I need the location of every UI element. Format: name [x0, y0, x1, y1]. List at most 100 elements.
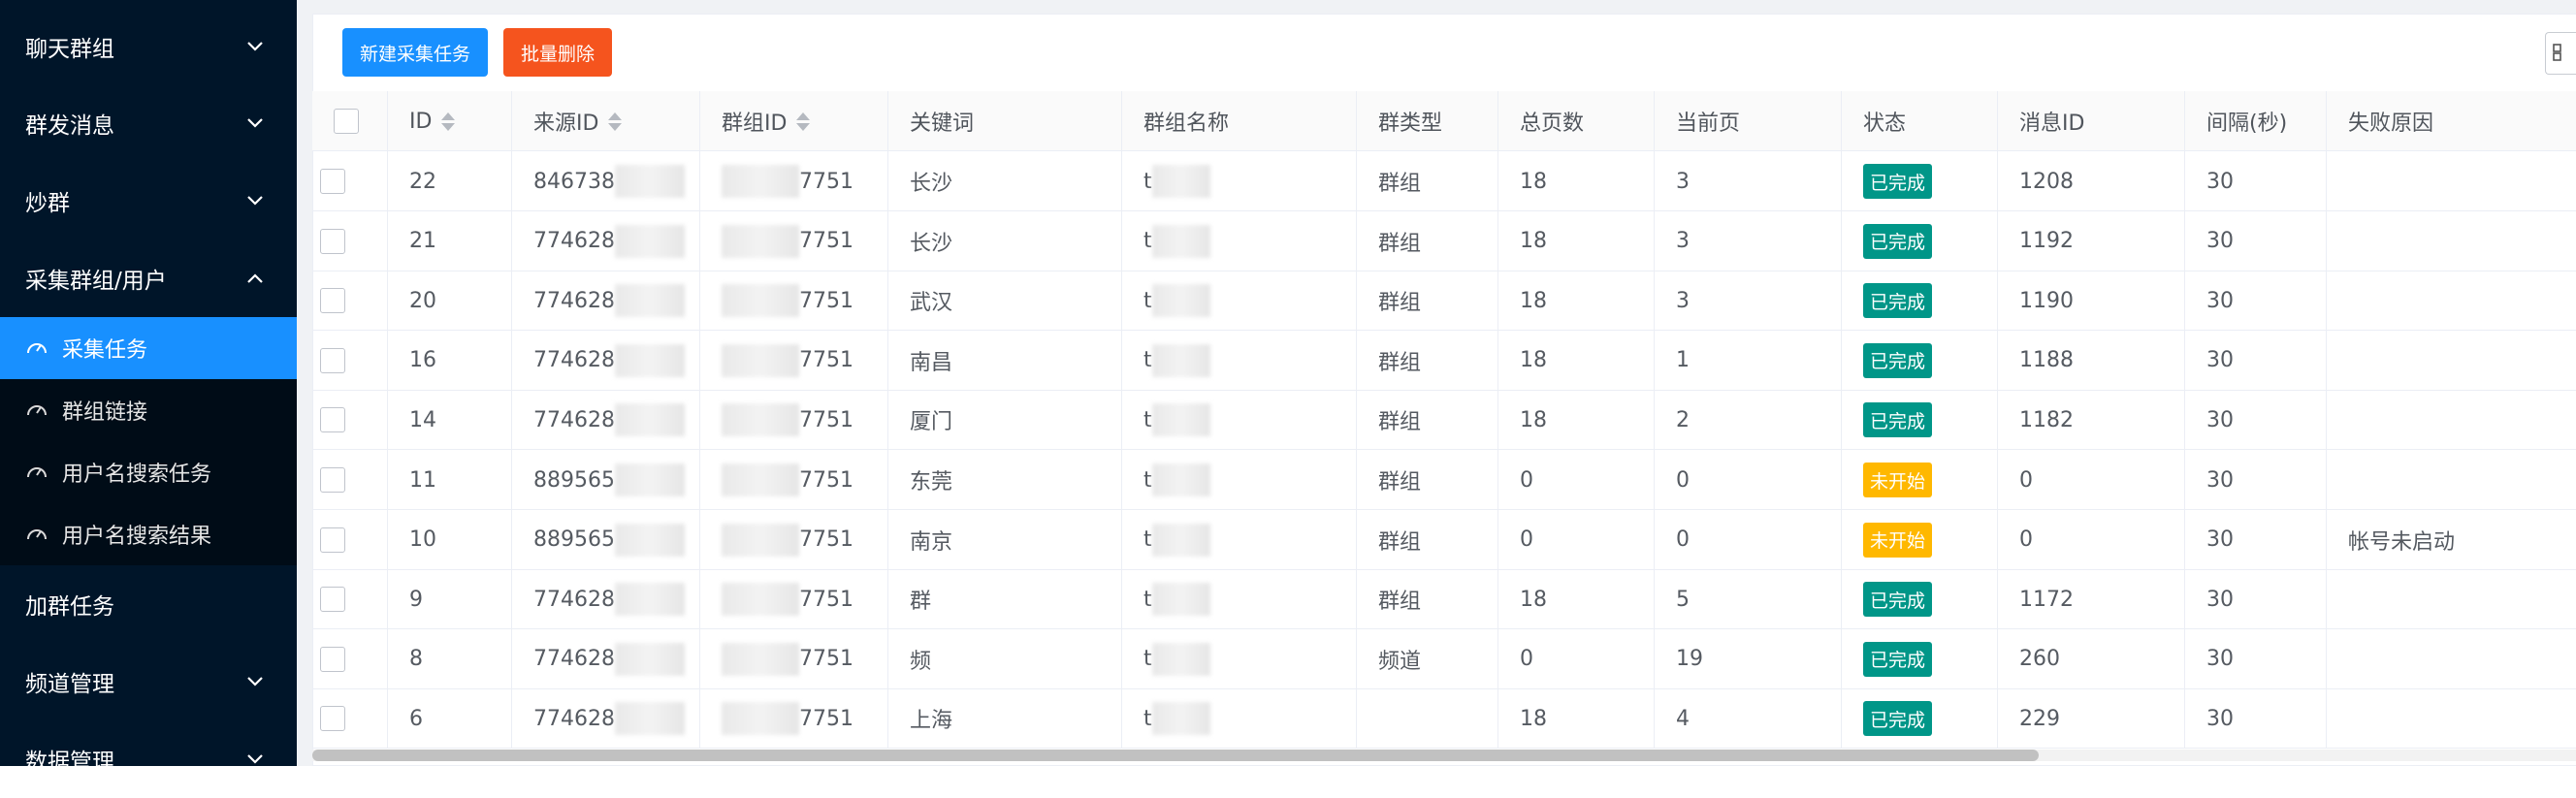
menu-data-management[interactable]: 数据管理	[0, 720, 297, 798]
data-table: ID 来源ID 群组ID 关键词 群组名称 群类型 总页数 当前页 状态 消息I…	[312, 91, 2576, 750]
table-row[interactable]: 16 774628 7751 南昌 t 群组 18 1 已完成 1188 30	[312, 330, 2576, 391]
table-row[interactable]: 11 889565 7751 东莞 t 群组 0 0 未开始 0 30	[312, 450, 2576, 510]
cell-type	[1357, 688, 1498, 750]
sidebar-item-username-search-results[interactable]: 用户名搜索结果	[0, 503, 297, 565]
select-all-checkbox[interactable]	[334, 109, 359, 134]
cell-text: 0	[2019, 527, 2033, 553]
row-checkbox[interactable]	[320, 706, 345, 732]
status-badge: 已完成	[1863, 223, 1933, 259]
menu-chat-groups[interactable]: 聊天群组	[0, 8, 297, 85]
redacted-block	[1151, 343, 1210, 377]
cell-text: 229	[2019, 706, 2060, 731]
cell-text: 260	[2019, 647, 2060, 672]
row-checkbox[interactable]	[320, 527, 345, 553]
redacted-block	[614, 642, 685, 676]
cell-text: 南京	[910, 529, 953, 555]
cell-group-name: t	[1122, 569, 1357, 630]
row-select-cell	[312, 450, 388, 510]
header-label: 来源ID	[533, 112, 599, 136]
cell-text: 774628	[533, 348, 615, 373]
cell-text: 18	[1520, 706, 1547, 731]
redacted-block	[614, 583, 685, 617]
new-collect-task-button[interactable]: 新建采集任务	[342, 28, 488, 77]
header-group-id[interactable]: 群组ID	[700, 91, 888, 151]
menu-label: 加群任务	[25, 594, 114, 620]
cell-interval: 30	[2185, 688, 2327, 750]
cell-text: 0	[1676, 467, 1690, 493]
cell-group-name: t	[1122, 151, 1357, 211]
menu-broadcast[interactable]: 群发消息	[0, 84, 297, 162]
status-cell: 已完成	[1842, 569, 1998, 630]
cell-text: 群	[910, 590, 932, 615]
cell-interval: 30	[2185, 271, 2327, 332]
table-row[interactable]: 6 774628 7751 上海 t 18 4 已完成 229 30	[312, 688, 2576, 750]
cell-msg-id: 1182	[1998, 390, 2185, 451]
menu-join-group-tasks[interactable]: 加群任务	[0, 565, 297, 643]
cell-text: 群组	[1378, 350, 1422, 375]
row-checkbox[interactable]	[320, 467, 345, 493]
cell-text: t	[1143, 527, 1152, 553]
cell-text: 3	[1676, 229, 1690, 254]
table-row[interactable]: 20 774628 7751 武汉 t 群组 18 3 已完成 1190 30	[312, 271, 2576, 332]
cell-total: 18	[1498, 210, 1655, 271]
cell-interval: 30	[2185, 450, 2327, 510]
cell-id: 9	[388, 569, 512, 630]
menu-channel-management[interactable]: 频道管理	[0, 643, 297, 720]
cell-keyword: 南昌	[888, 330, 1122, 391]
sidebar-item-group-links[interactable]: 群组链接	[0, 379, 297, 441]
table-row[interactable]: 9 774628 7751 群 t 群组 18 5 已完成 1172 30	[312, 569, 2576, 630]
cell-type: 频道	[1357, 628, 1498, 689]
cell-text: 30	[2206, 647, 2234, 672]
cell-text: 1192	[2019, 229, 2074, 254]
menu-hype-group[interactable]: 炒群	[0, 162, 297, 239]
table-row[interactable]: 8 774628 7751 频 t 频道 0 19 已完成 260 30	[312, 628, 2576, 689]
horizontal-scrollbar[interactable]	[312, 750, 2576, 761]
header-source-id[interactable]: 来源ID	[512, 91, 700, 151]
cell-text: 18	[1520, 229, 1547, 254]
cell-msg-id: 1192	[1998, 210, 2185, 271]
cell-text: 上海	[910, 709, 953, 734]
row-checkbox[interactable]	[320, 587, 345, 613]
menu-collect[interactable]: 采集群组/用户	[0, 239, 297, 317]
table-row[interactable]: 22 846738 7751 长沙 t 群组 18 3 已完成 1208 30	[312, 151, 2576, 211]
row-select-cell	[312, 210, 388, 271]
scrollbar-thumb[interactable]	[312, 750, 2039, 761]
row-checkbox[interactable]	[320, 228, 345, 254]
cell-keyword: 群	[888, 569, 1122, 630]
batch-delete-button[interactable]: 批量删除	[503, 28, 612, 77]
cell-keyword: 东莞	[888, 450, 1122, 510]
cell-current: 1	[1655, 330, 1842, 391]
sort-icon[interactable]	[608, 112, 623, 131]
sort-icon[interactable]	[796, 112, 811, 131]
cell-id: 21	[388, 210, 512, 271]
cell-interval: 30	[2185, 509, 2327, 570]
row-checkbox[interactable]	[320, 646, 345, 672]
sidebar-item-collect-tasks[interactable]: 采集任务	[0, 317, 297, 379]
sidebar-item-username-search-tasks[interactable]: 用户名搜索任务	[0, 441, 297, 503]
column-filter-icon[interactable]	[2545, 32, 2576, 75]
redacted-block	[614, 343, 685, 377]
dashboard-icon	[25, 523, 48, 546]
cell-msg-id: 229	[1998, 688, 2185, 750]
row-checkbox[interactable]	[320, 169, 345, 194]
table-row[interactable]: 21 774628 7751 长沙 t 群组 18 3 已完成 1192 30	[312, 210, 2576, 271]
row-checkbox[interactable]	[320, 407, 345, 433]
sort-icon[interactable]	[441, 112, 456, 131]
cell-reason	[2327, 569, 2576, 629]
table-row[interactable]: 14 774628 7751 厦门 t 群组 18 2 已完成 1182 30	[312, 390, 2576, 451]
cell-text: 846738	[533, 169, 615, 194]
header-label: 群组ID	[722, 112, 788, 136]
chevron-down-icon	[246, 720, 264, 798]
cell-text: 0	[1520, 527, 1533, 553]
cell-text: 5	[1676, 587, 1690, 612]
header-id[interactable]: ID	[388, 91, 512, 151]
cell-source-id: 774628	[512, 628, 700, 689]
row-checkbox[interactable]	[320, 288, 345, 314]
redacted-block	[722, 523, 799, 557]
table-row[interactable]: 10 889565 7751 南京 t 群组 0 0 未开始 0 30 帐号未启动	[312, 509, 2576, 570]
redacted-block	[722, 165, 799, 198]
row-select-cell	[312, 271, 388, 332]
row-checkbox[interactable]	[320, 347, 345, 373]
cell-total: 18	[1498, 688, 1655, 750]
redacted-block	[722, 642, 799, 676]
